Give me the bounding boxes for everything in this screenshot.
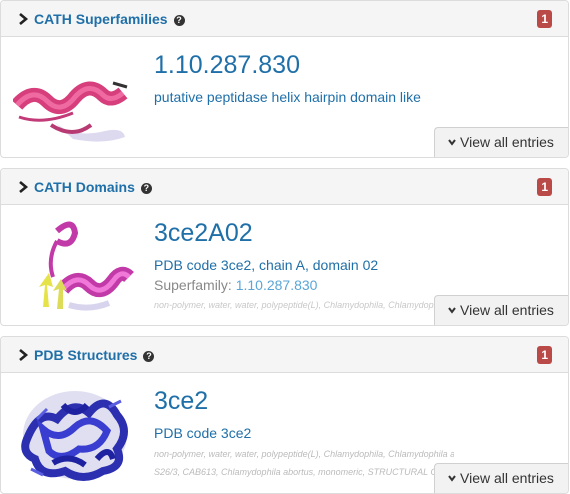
faint-keywords: non-polymer, water, water, polypeptide(L…: [154, 449, 454, 459]
panel-pdb-structures: PDB Structures? 1 3ce2 PDB code 3ce2 non…: [0, 336, 569, 494]
entry-id[interactable]: 1.10.287.830: [154, 51, 300, 80]
superfamily-structure-image: [13, 81, 128, 142]
panel-header[interactable]: CATH Domains? 1: [1, 169, 568, 205]
faint-keywords: S26/3, CAB613, Chlamydophila abortus, mo…: [154, 467, 444, 477]
chevron-right-icon: [19, 349, 29, 361]
panel-body: 3ce2A02 PDB code 3ce2, chain A, domain 0…: [1, 205, 568, 325]
panel-cath-superfamilies: CATH Superfamilies? 1 1.10.287.830 putat…: [0, 0, 569, 158]
superfamily-link[interactable]: 1.10.287.830: [236, 277, 318, 293]
entry-description[interactable]: PDB code 3ce2, chain A, domain 02: [154, 257, 378, 273]
entry-description[interactable]: PDB code 3ce2: [154, 425, 251, 441]
count-badge: 1: [537, 10, 552, 28]
view-all-entries-button[interactable]: View all entries: [434, 127, 568, 157]
count-badge: 1: [537, 178, 552, 196]
entry-description[interactable]: putative peptidase helix hairpin domain …: [154, 89, 421, 105]
help-icon[interactable]: ?: [140, 183, 152, 194]
chevron-down-icon: [448, 139, 456, 146]
count-badge: 1: [537, 346, 552, 364]
chevron-right-icon: [19, 181, 29, 193]
domain-structure-image: [39, 221, 134, 311]
panel-cath-domains: CATH Domains? 1 3ce2A02 PDB code 3ce2, c…: [0, 168, 569, 326]
pdb-structure-image: [21, 391, 128, 481]
help-icon[interactable]: ?: [143, 351, 155, 362]
help-icon[interactable]: ?: [173, 15, 185, 26]
entry-id[interactable]: 3ce2A02: [154, 219, 253, 248]
keywords-line-1: non-polymer, water, water, polypeptide(L…: [154, 449, 454, 459]
entry-id[interactable]: 3ce2: [154, 387, 208, 416]
panel-header[interactable]: PDB Structures? 1: [1, 337, 568, 373]
superfamily-label: Superfamily:: [154, 277, 232, 293]
chevron-down-icon: [448, 307, 456, 314]
view-all-entries-button[interactable]: View all entries: [434, 295, 568, 325]
panel-title[interactable]: PDB Structures?: [34, 347, 155, 363]
panel-body: 3ce2 PDB code 3ce2 non-polymer, water, w…: [1, 373, 568, 493]
superfamily-line: Superfamily: 1.10.287.830: [154, 277, 317, 293]
panel-title[interactable]: CATH Domains?: [34, 179, 152, 195]
chevron-down-icon: [448, 475, 456, 482]
panel-title[interactable]: CATH Superfamilies?: [34, 11, 185, 27]
panel-body: 1.10.287.830 putative peptidase helix ha…: [1, 37, 568, 157]
view-all-entries-button[interactable]: View all entries: [434, 463, 568, 493]
chevron-right-icon: [19, 13, 29, 25]
faint-keywords: non-polymer, water, water, polypeptide(L…: [154, 300, 444, 310]
keywords-line-2: S26/3, CAB613, Chlamydophila abortus, mo…: [154, 467, 444, 477]
panel-header[interactable]: CATH Superfamilies? 1: [1, 1, 568, 37]
